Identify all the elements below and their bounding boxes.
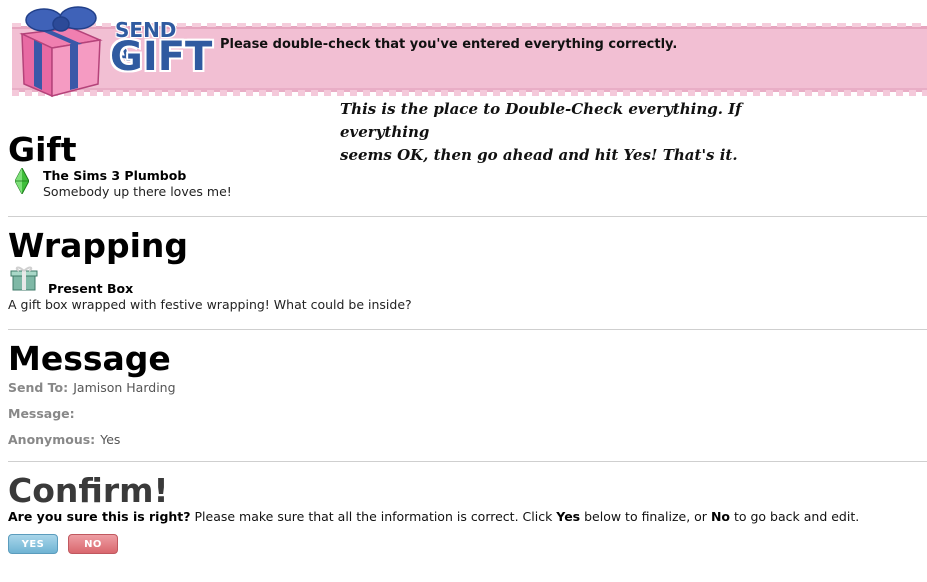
- confirm-yes-word: Yes: [556, 509, 581, 524]
- plumbob-icon: [15, 168, 29, 194]
- message-field: Message:: [8, 403, 75, 422]
- no-button[interactable]: NO: [68, 534, 118, 554]
- anonymous-label: Anonymous:: [8, 432, 96, 447]
- confirm-question: Are you sure this is right?: [8, 509, 191, 524]
- instruction-note-line1: This is the place to Double-Check everyt…: [340, 100, 742, 141]
- gift-section-title: Gift: [8, 130, 77, 169]
- present-box-icon: [10, 266, 38, 291]
- yes-button[interactable]: YES: [8, 534, 58, 554]
- divider: [8, 461, 927, 462]
- gift-item-name: The Sims 3 Plumbob: [43, 168, 187, 183]
- banner-message: Please double-check that you've entered …: [220, 37, 678, 52]
- send-to-value: Jamison Harding: [73, 380, 176, 395]
- confirm-text-a: Please make sure that all the informatio…: [190, 509, 557, 524]
- gift-box-logo-icon: [19, 6, 103, 98]
- anonymous-value: Yes: [100, 432, 121, 447]
- message-section-title: Message: [8, 339, 171, 378]
- anonymous-field: Anonymous: Yes: [8, 429, 120, 448]
- divider: [8, 216, 927, 217]
- divider: [8, 329, 927, 330]
- wrapping-item-name: Present Box: [48, 281, 134, 296]
- gift-item-desc: Somebody up there loves me!: [43, 184, 232, 199]
- confirm-text-b: below to finalize, or: [580, 509, 711, 524]
- confirm-instructions: Are you sure this is right? Please make …: [8, 509, 859, 524]
- wrapping-item-desc: A gift box wrapped with festive wrapping…: [8, 297, 412, 312]
- instruction-note: This is the place to Double-Check everyt…: [340, 98, 810, 167]
- confirm-no-word: No: [710, 509, 730, 524]
- confirm-section-title: Confirm!: [8, 471, 169, 510]
- instruction-note-line2: seems OK, then go ahead and hit Yes! Tha…: [340, 146, 738, 164]
- confirm-text-c: to go back and edit.: [730, 509, 860, 524]
- send-to-label: Send To:: [8, 380, 69, 395]
- wrapping-section-title: Wrapping: [8, 226, 189, 265]
- logo-text-gift: GIFT: [110, 34, 213, 80]
- send-to-field: Send To: Jamison Harding: [8, 377, 176, 396]
- message-label: Message:: [8, 406, 75, 421]
- send-a-gift-logo: SEND A GIFT: [12, 4, 212, 98]
